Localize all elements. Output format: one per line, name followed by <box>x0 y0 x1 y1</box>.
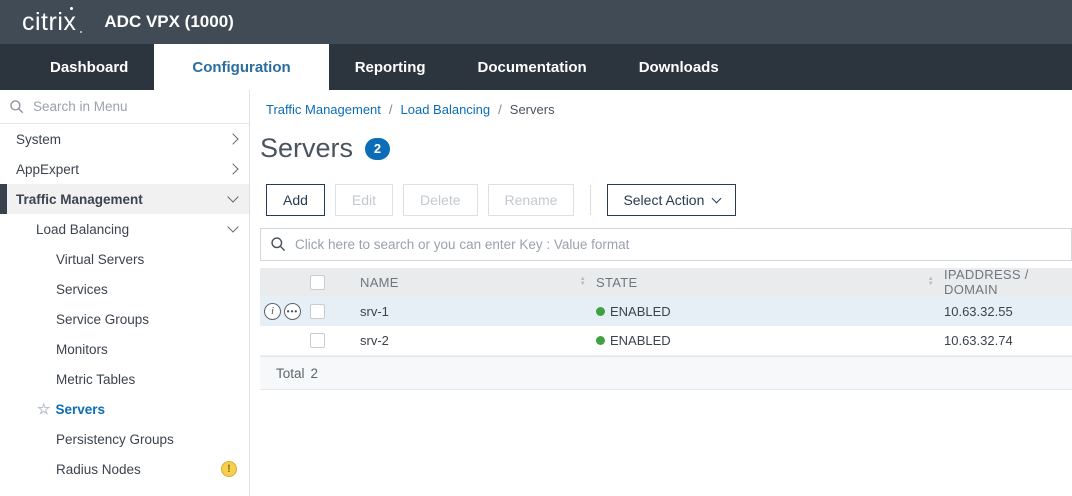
star-icon[interactable]: ☆ <box>37 400 50 418</box>
logo-trademark-dot <box>80 31 82 33</box>
table-search-bar[interactable] <box>260 228 1072 261</box>
column-header-ipaddress[interactable]: IPADDRESS / DOMAIN <box>944 267 1072 297</box>
sidebar-item-label: Metric Tables <box>56 372 237 387</box>
total-value: 2 <box>311 366 319 381</box>
breadcrumb-separator: / <box>389 102 393 117</box>
search-icon <box>9 99 25 115</box>
warning-icon: ! <box>221 461 237 477</box>
sidebar-item-label: Virtual Servers <box>56 252 237 267</box>
tab-dashboard[interactable]: Dashboard <box>24 44 154 90</box>
sidebar-item-label: Services <box>56 282 237 297</box>
toolbar-divider <box>590 185 591 215</box>
add-button[interactable]: Add <box>266 184 325 216</box>
tab-reporting[interactable]: Reporting <box>329 44 452 90</box>
edit-button[interactable]: Edit <box>335 184 393 216</box>
breadcrumb-separator: / <box>498 102 502 117</box>
cell-state: ENABLED <box>596 333 671 348</box>
sidebar-item-radius-nodes[interactable]: Radius Nodes ! <box>0 454 249 484</box>
product-title: ADC VPX (1000) <box>104 12 233 32</box>
sort-icon[interactable]: ▲▼ <box>928 277 934 287</box>
sidebar-item-virtual-servers[interactable]: Virtual Servers <box>0 244 249 274</box>
sidebar: System AppExpert Traffic Management Load… <box>0 90 250 496</box>
count-badge: 2 <box>365 138 390 160</box>
breadcrumb: Traffic Management / Load Balancing / Se… <box>266 102 1072 117</box>
column-header-state[interactable]: STATE <box>596 275 637 290</box>
status-enabled-dot <box>596 336 605 345</box>
tab-configuration[interactable]: Configuration <box>154 44 328 90</box>
page-title: Servers <box>260 133 353 164</box>
more-actions-icon[interactable]: ••• <box>284 303 301 320</box>
rename-button[interactable]: Rename <box>488 184 575 216</box>
sidebar-item-label: System <box>16 132 229 147</box>
sidebar-item-label: Service Groups <box>56 312 237 327</box>
chevron-down-icon <box>227 191 238 202</box>
status-label: ENABLED <box>610 304 671 319</box>
sidebar-item-persistency-groups[interactable]: Persistency Groups <box>0 424 249 454</box>
table-header: NAME ▲▼ STATE ▲▼ IPADDRESS / DOMAIN <box>260 268 1072 296</box>
select-all-checkbox[interactable] <box>310 275 325 290</box>
chevron-right-icon <box>227 163 238 174</box>
total-label: Total <box>276 366 305 381</box>
cell-state: ENABLED <box>596 304 671 319</box>
servers-table: NAME ▲▼ STATE ▲▼ IPADDRESS / DOMAIN i ••… <box>260 268 1072 390</box>
table-search-input[interactable] <box>295 237 1071 252</box>
citrix-logo-text: citrix <box>22 8 76 36</box>
select-action-label: Select Action <box>623 192 704 208</box>
status-label: ENABLED <box>610 333 671 348</box>
content-area: Traffic Management / Load Balancing / Se… <box>250 90 1072 496</box>
tab-downloads[interactable]: Downloads <box>613 44 745 90</box>
cell-ipaddress: 10.63.32.55 <box>944 304 1072 319</box>
delete-button[interactable]: Delete <box>403 184 477 216</box>
breadcrumb-load-balancing[interactable]: Load Balancing <box>401 102 491 117</box>
cell-ipaddress: 10.63.32.74 <box>944 333 1072 348</box>
toolbar: Add Edit Delete Rename Select Action <box>266 184 1072 216</box>
sidebar-item-monitors[interactable]: Monitors <box>0 334 249 364</box>
row-checkbox[interactable] <box>310 304 325 319</box>
sidebar-search[interactable] <box>0 90 249 124</box>
table-total-row: Total 2 <box>260 356 1072 390</box>
table-row-srv-2[interactable]: srv-2 ENABLED 10.63.32.74 <box>260 326 1072 356</box>
sidebar-item-metric-tables[interactable]: Metric Tables <box>0 364 249 394</box>
table-row-srv-1[interactable]: i ••• srv-1 ENABLED 10.63.32.55 <box>260 296 1072 326</box>
sidebar-item-traffic-management[interactable]: Traffic Management <box>0 184 249 214</box>
sort-icon[interactable]: ▲▼ <box>580 277 586 287</box>
info-icon[interactable]: i <box>264 303 281 320</box>
citrix-logo: citrix <box>22 8 76 37</box>
sidebar-item-label: Persistency Groups <box>56 432 237 447</box>
sidebar-item-appexpert[interactable]: AppExpert <box>0 154 249 184</box>
sidebar-item-system[interactable]: System <box>0 124 249 154</box>
status-enabled-dot <box>596 307 605 316</box>
sidebar-item-label: Radius Nodes <box>56 462 221 477</box>
top-bar: citrix ADC VPX (1000) <box>0 0 1072 44</box>
title-row: Servers 2 <box>260 133 1072 164</box>
sidebar-item-label: Monitors <box>56 342 237 357</box>
row-checkbox[interactable] <box>310 333 325 348</box>
select-action-dropdown[interactable]: Select Action <box>607 184 736 216</box>
sidebar-item-service-groups[interactable]: Service Groups <box>0 304 249 334</box>
breadcrumb-current: Servers <box>510 102 555 117</box>
chevron-down-icon <box>712 194 722 204</box>
search-icon <box>270 236 287 253</box>
primary-nav: Dashboard Configuration Reporting Docume… <box>0 44 1072 90</box>
sidebar-item-label: Servers <box>55 402 237 417</box>
chevron-right-icon <box>227 133 238 144</box>
sidebar-item-services[interactable]: Services <box>0 274 249 304</box>
sidebar-item-label: Load Balancing <box>36 222 229 237</box>
sidebar-item-label: AppExpert <box>16 162 229 177</box>
tab-documentation[interactable]: Documentation <box>452 44 613 90</box>
cell-name: srv-2 <box>360 333 596 348</box>
sidebar-item-servers[interactable]: ☆ Servers <box>0 394 249 424</box>
chevron-down-icon <box>227 221 238 232</box>
cell-name: srv-1 <box>360 304 596 319</box>
sidebar-item-load-balancing[interactable]: Load Balancing <box>0 214 249 244</box>
breadcrumb-traffic-management[interactable]: Traffic Management <box>266 102 381 117</box>
sidebar-item-label: Traffic Management <box>16 192 229 207</box>
sidebar-search-input[interactable] <box>33 99 223 114</box>
column-header-name[interactable]: NAME <box>360 275 399 290</box>
